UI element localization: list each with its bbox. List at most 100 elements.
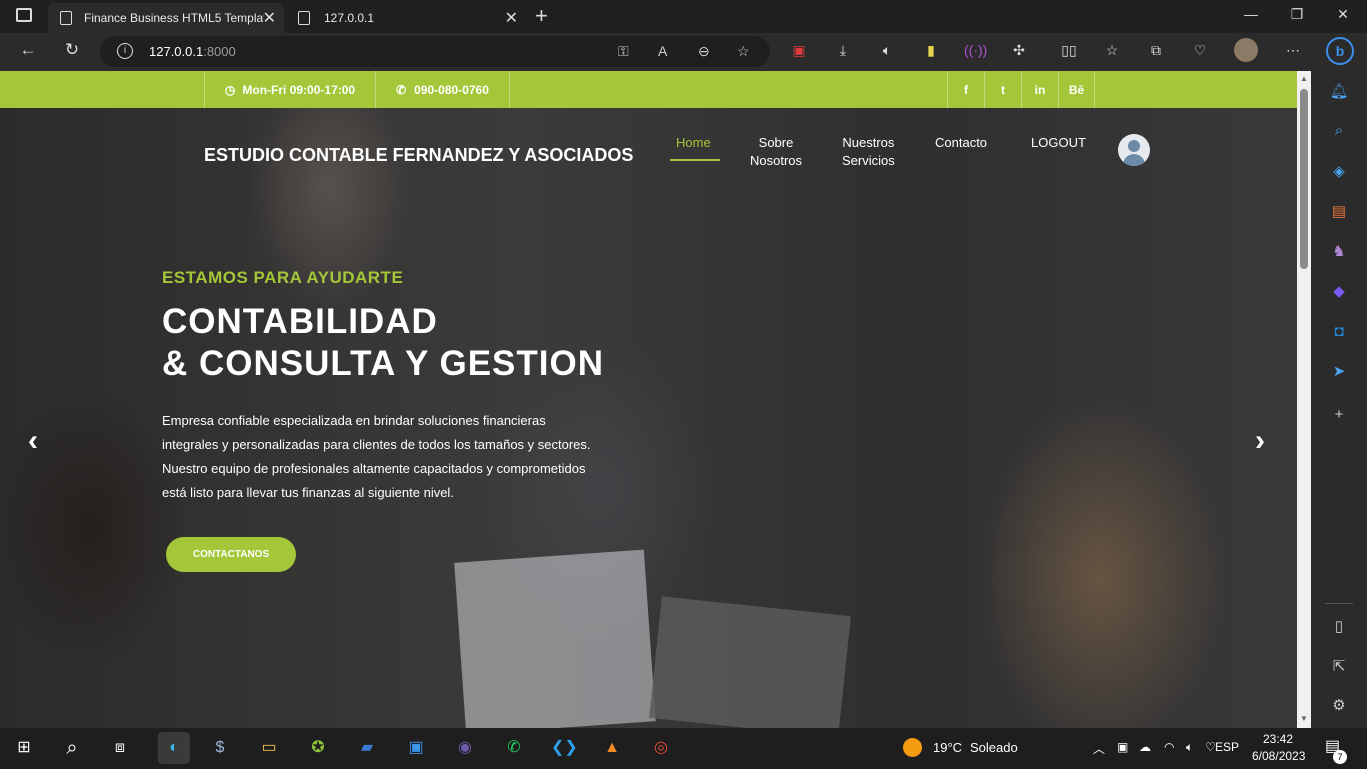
- new-tab-button[interactable]: +: [535, 3, 548, 29]
- chevron-up-icon[interactable]: ︿: [1093, 740, 1105, 757]
- nav-contact[interactable]: Contacto: [935, 134, 987, 152]
- vscode-icon[interactable]: ❮❯: [551, 736, 578, 760]
- eclipse-icon[interactable]: ◉: [453, 736, 477, 760]
- page-scrollbar[interactable]: ▲ ▼: [1297, 71, 1311, 728]
- site-brand[interactable]: ESTUDIO CONTABLE FERNANDEZ Y ASOCIADOS: [204, 145, 633, 166]
- profile-avatar[interactable]: [1234, 38, 1258, 62]
- hero-title-line2: & CONSULTA Y GESTION: [162, 344, 604, 383]
- tools-icon[interactable]: ▤: [1328, 201, 1350, 223]
- panel-icon[interactable]: ▯: [1328, 616, 1350, 638]
- minimize-button[interactable]: —: [1236, 6, 1266, 22]
- powershell-icon[interactable]: ▰: [355, 736, 379, 760]
- nav-home[interactable]: Home: [676, 134, 711, 152]
- camera-icon[interactable]: ▣: [1117, 740, 1128, 754]
- close-tab-icon[interactable]: ✕: [505, 8, 518, 28]
- speaker-icon[interactable]: 🔈︎: [876, 42, 898, 59]
- weather-temp[interactable]: 19°C: [933, 740, 962, 755]
- sidebar-divider: [1325, 603, 1353, 604]
- vlc-icon[interactable]: ▲: [600, 736, 624, 760]
- clock-time[interactable]: 23:42: [1263, 732, 1293, 746]
- outlook-icon[interactable]: ◘: [1328, 321, 1350, 343]
- web-page: ◷ Mon-Fri 09:00-17:00 ✆ 090-080-0760 f t…: [0, 71, 1297, 728]
- key-icon[interactable]: ⚿: [618, 43, 629, 60]
- photos-icon[interactable]: ▣: [404, 736, 428, 760]
- scroll-down-icon[interactable]: ▼: [1300, 714, 1308, 723]
- whatsapp-icon[interactable]: ✆: [502, 736, 526, 760]
- add-icon[interactable]: +: [1328, 404, 1350, 426]
- onedrive-icon[interactable]: ☁: [1139, 740, 1151, 754]
- clock-date[interactable]: 6/08/2023: [1252, 749, 1305, 763]
- hero-body-line: integrales y personalizadas para cliente…: [162, 437, 591, 452]
- slider-prev-icon[interactable]: ‹: [28, 424, 38, 458]
- hours-text: Mon-Fri 09:00-17:00: [242, 82, 356, 97]
- open-external-icon[interactable]: ⇱: [1328, 656, 1350, 678]
- tab-actions-icon[interactable]: [16, 8, 32, 22]
- hours-info: ◷ Mon-Fri 09:00-17:00: [204, 71, 375, 108]
- tab-label: Finance Business HTML5 Templat: [84, 11, 264, 25]
- hero-slider: ESTUDIO CONTABLE FERNANDEZ Y ASOCIADOS H…: [0, 108, 1297, 728]
- extension-icon[interactable]: ▣: [788, 42, 810, 59]
- shopping-tag-icon[interactable]: ◈: [1328, 161, 1350, 183]
- user-avatar[interactable]: [1118, 134, 1150, 166]
- weather-desc[interactable]: Soleado: [970, 740, 1018, 755]
- favorites-icon[interactable]: ☆: [1101, 42, 1123, 59]
- favorite-star-icon[interactable]: ☆: [737, 43, 750, 60]
- scroll-up-icon[interactable]: ▲: [1300, 74, 1308, 83]
- more-icon[interactable]: ⋯: [1282, 42, 1304, 59]
- close-tab-icon[interactable]: ✕: [263, 8, 276, 28]
- nav-services-line2: Servicios: [842, 153, 895, 168]
- twitter-icon[interactable]: t: [984, 71, 1021, 108]
- search-icon[interactable]: ⌕: [1328, 120, 1350, 142]
- extension-icon[interactable]: ▮: [920, 42, 942, 59]
- health-icon[interactable]: ♡: [1189, 42, 1211, 59]
- behance-icon[interactable]: Bē: [1058, 71, 1095, 108]
- back-arrow-icon[interactable]: ←: [15, 40, 41, 60]
- chrome-icon[interactable]: ◎: [649, 736, 673, 760]
- extension-icon[interactable]: ((·)): [964, 42, 987, 58]
- facebook-icon[interactable]: f: [947, 71, 984, 108]
- address-bar[interactable]: i 127.0.0.1:8000 ⚿ A ⊖ ☆: [100, 36, 770, 67]
- split-screen-icon[interactable]: ▯▯: [1058, 42, 1080, 59]
- bing-icon[interactable]: b: [1326, 37, 1354, 65]
- puzzle-icon[interactable]: ✣: [1008, 42, 1030, 59]
- info-icon[interactable]: i: [117, 43, 133, 59]
- nav-services[interactable]: Nuestros Servicios: [842, 134, 895, 170]
- contact-button[interactable]: CONTACTANOS: [166, 537, 296, 572]
- downloads-icon[interactable]: ⤓: [832, 42, 854, 59]
- nav-active-underline: [670, 159, 720, 161]
- close-window-button[interactable]: ✕: [1328, 6, 1358, 23]
- tab-localhost[interactable]: 127.0.0.1 ✕: [288, 3, 526, 33]
- app-icon[interactable]: $: [208, 736, 232, 760]
- user-head-icon: [1128, 140, 1140, 152]
- language-indicator[interactable]: ESP: [1215, 740, 1239, 754]
- collections-icon[interactable]: ⧉: [1145, 42, 1167, 59]
- slider-next-icon[interactable]: ›: [1255, 424, 1265, 458]
- edge-app-icon[interactable]: ◐: [158, 732, 190, 764]
- office-icon[interactable]: ◆: [1328, 281, 1350, 303]
- search-icon[interactable]: ⌕: [60, 736, 84, 760]
- hero-body-line: Nuestro equipo de profesionales altament…: [162, 461, 586, 476]
- phone-text: 090-080-0760: [414, 82, 489, 97]
- bell-icon[interactable]: 🔔︎: [1328, 81, 1350, 103]
- document-photo-area: [454, 549, 656, 728]
- windows-start-icon[interactable]: ⊞: [12, 736, 36, 760]
- nav-logout[interactable]: LOGOUT: [1031, 134, 1086, 152]
- app-icon[interactable]: ✪: [306, 736, 330, 760]
- task-view-icon[interactable]: ⧈: [108, 736, 132, 760]
- maximize-button[interactable]: ❐: [1282, 6, 1312, 23]
- scrollbar-thumb[interactable]: [1300, 89, 1308, 269]
- settings-gear-icon[interactable]: ⚙: [1328, 695, 1350, 717]
- read-aloud-icon[interactable]: A: [658, 43, 667, 59]
- linkedin-icon[interactable]: in: [1021, 71, 1058, 108]
- nav-about[interactable]: Sobre Nosotros: [750, 134, 802, 170]
- tab-finance[interactable]: Finance Business HTML5 Templat ✕: [48, 3, 284, 33]
- phone-icon: ✆: [396, 82, 407, 97]
- games-icon[interactable]: ♞: [1328, 241, 1350, 263]
- user-body-icon: [1123, 154, 1145, 166]
- wifi-icon[interactable]: ◠: [1164, 740, 1174, 754]
- volume-icon[interactable]: 🔈︎: [1186, 740, 1193, 755]
- send-icon[interactable]: ➤: [1328, 361, 1350, 383]
- file-explorer-icon[interactable]: ▭: [257, 736, 281, 760]
- zoom-icon[interactable]: ⊖: [698, 43, 710, 60]
- refresh-icon[interactable]: ↻: [59, 40, 85, 60]
